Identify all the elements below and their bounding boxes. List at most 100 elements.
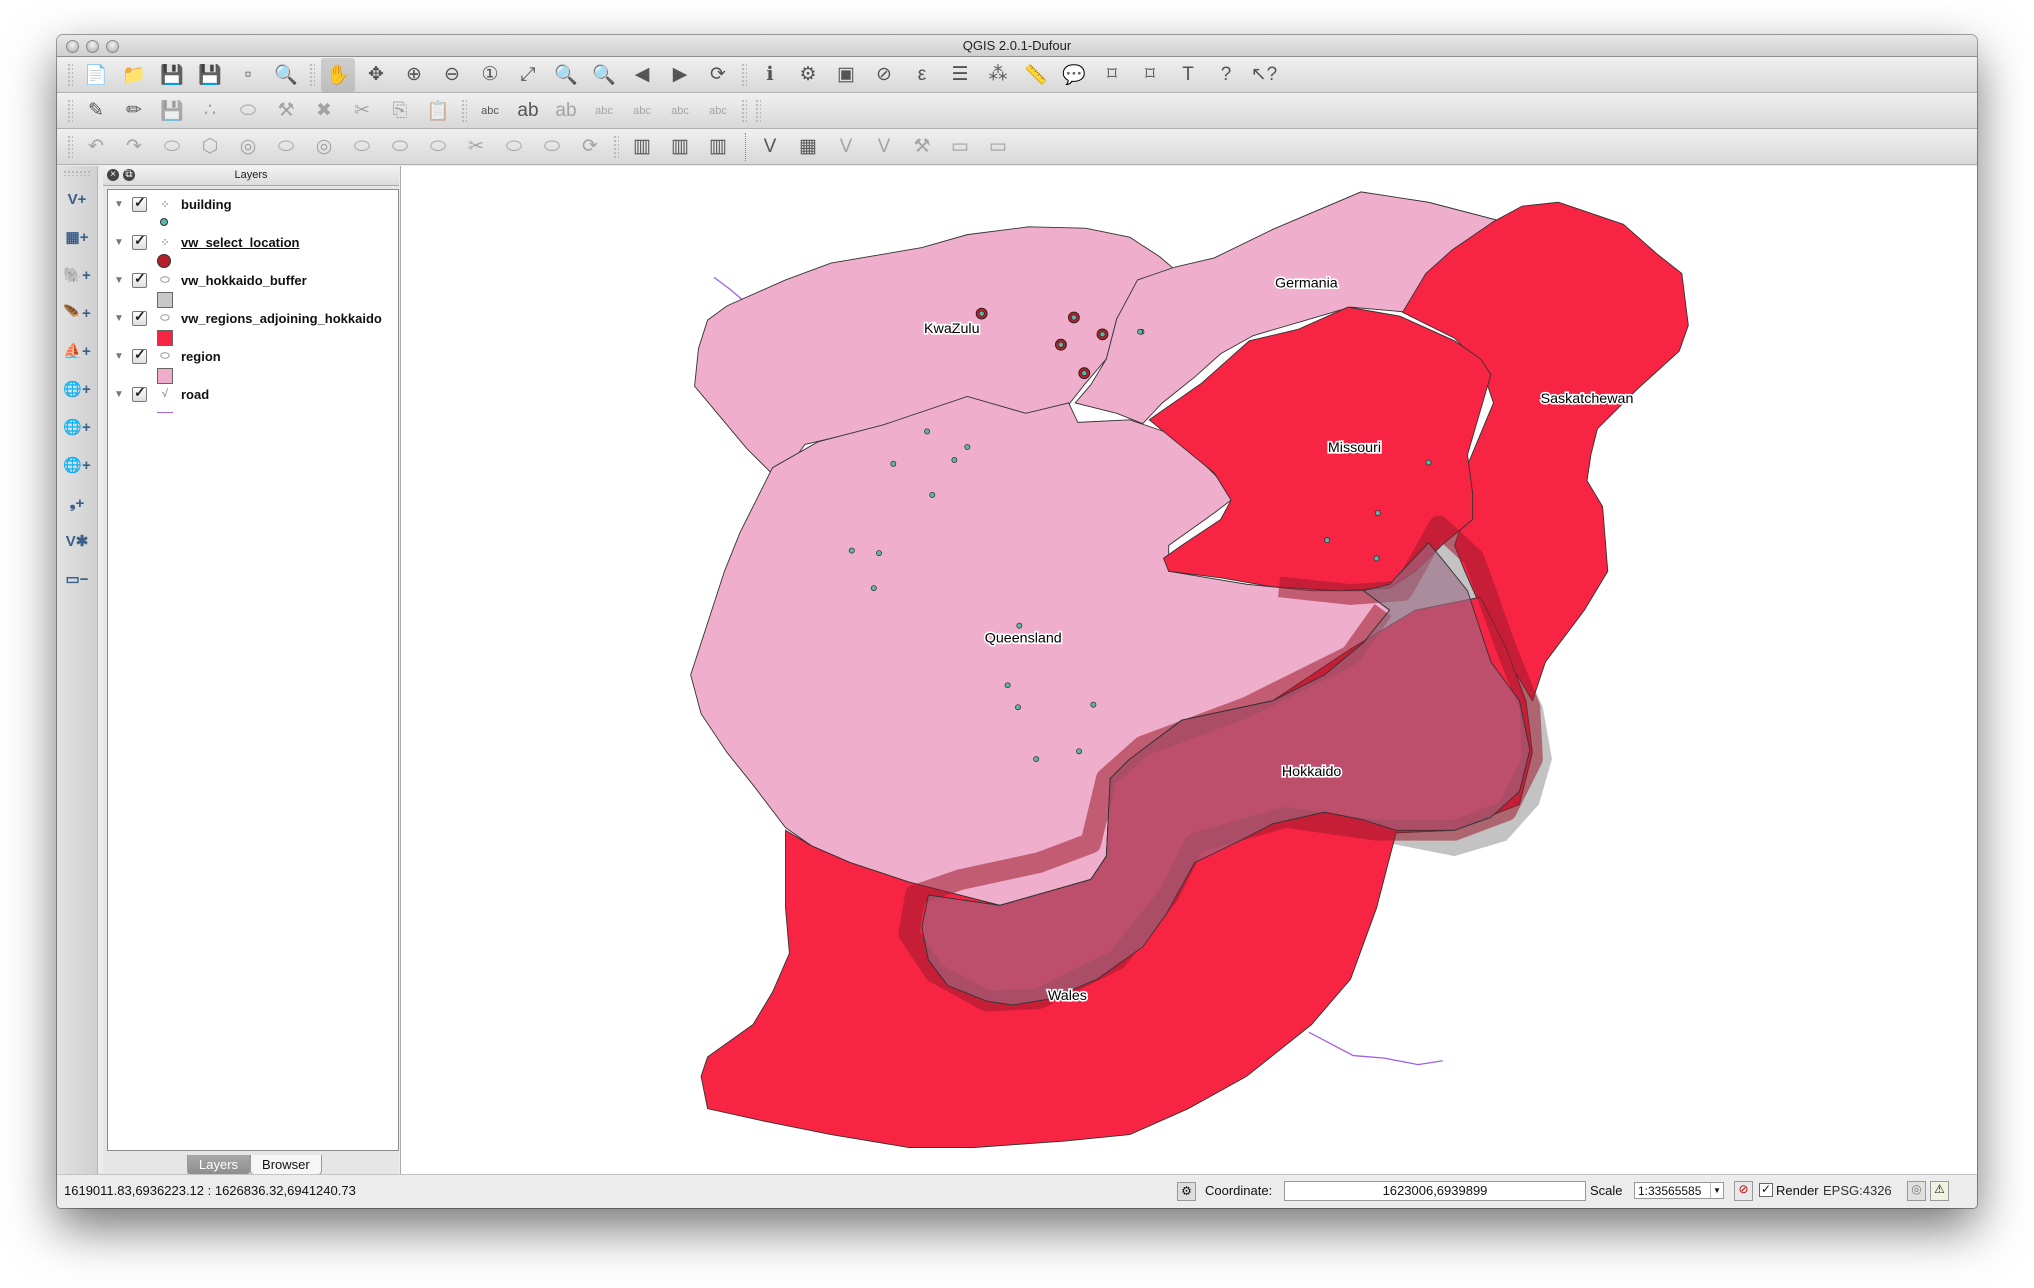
toolbar-grip[interactable] — [741, 62, 747, 87]
gps-upload-button[interactable]: ▥ — [625, 130, 659, 164]
add-ring-button[interactable]: ◎ — [231, 130, 265, 164]
cut-features-button[interactable]: ✂ — [345, 94, 379, 128]
move-feature-button[interactable]: ⬭ — [231, 94, 265, 128]
open-attribute-table-button[interactable]: ☰ — [943, 58, 977, 92]
close-panel-icon[interactable]: × — [107, 169, 119, 181]
layer-visibility-checkbox[interactable] — [132, 384, 147, 402]
zoom-in-button[interactable]: ⊕ — [397, 58, 431, 92]
toolbar-grip[interactable] — [755, 98, 761, 123]
grass-new-vector-button[interactable]: V — [829, 130, 863, 164]
node-tool-button[interactable]: ⚒ — [269, 94, 303, 128]
pan-to-selection-button[interactable]: ✥ — [359, 58, 393, 92]
grass-add-vector-button[interactable]: V — [753, 130, 787, 164]
add-feature-button[interactable]: ∴ — [193, 94, 227, 128]
zoom-last-button[interactable]: ◀ — [625, 58, 659, 92]
layer-item-vw-select-location[interactable]: ▼ ⁘ vw_select_location — [108, 232, 300, 252]
layer-visibility-checkbox[interactable] — [132, 270, 147, 288]
show-bookmarks-button[interactable]: ⌑ — [1133, 58, 1167, 92]
zoom-to-layer-button[interactable]: 🔍 — [587, 58, 621, 92]
simplify-feature-button[interactable]: ⬡ — [193, 130, 227, 164]
offset-curve-button[interactable]: ⬭ — [421, 130, 455, 164]
save-as-button[interactable]: 💾 — [193, 58, 227, 92]
toolbar-grip[interactable] — [309, 62, 315, 87]
add-spatialite-layer-button[interactable]: 🪶+ — [59, 294, 95, 332]
map-tips-button[interactable]: 💬 — [1057, 58, 1091, 92]
zoom-out-button[interactable]: ⊖ — [435, 58, 469, 92]
expand-triangle-icon[interactable]: ▼ — [114, 313, 124, 324]
toggle-extents-icon[interactable]: ⚙ — [1177, 1182, 1196, 1201]
reshape-features-button[interactable]: ⬭ — [383, 130, 417, 164]
current-edits-button[interactable]: ✎ — [79, 94, 113, 128]
delete-part-button[interactable]: ⬭ — [345, 130, 379, 164]
chevron-down-icon[interactable]: ▼ — [1710, 1183, 1723, 1198]
expand-triangle-icon[interactable]: ▼ — [114, 389, 124, 400]
toggle-editing-button[interactable]: ✏ — [117, 94, 151, 128]
layer-visibility-checkbox[interactable] — [132, 232, 147, 250]
move-label-button[interactable]: abc — [625, 94, 659, 128]
save-project-button[interactable]: 💾 — [155, 58, 189, 92]
layer-visibility-checkbox[interactable] — [132, 194, 147, 212]
map-canvas[interactable]: KwaZulu Germania Saskatchewan Missouri Q… — [400, 166, 1977, 1176]
layer-visibility-checkbox[interactable] — [132, 308, 147, 326]
layer-item-vw-hokkaido-buffer[interactable]: ▼ ⬭ vw_hokkaido_buffer — [108, 270, 307, 290]
split-features-button[interactable]: ✂ — [459, 130, 493, 164]
delete-selected-button[interactable]: ✖ — [307, 94, 341, 128]
new-project-button[interactable]: 📄 — [79, 58, 113, 92]
messages-warning-icon[interactable]: ⚠ — [1930, 1181, 1949, 1201]
layer-item-vw-regions-adjoining-hokkaido[interactable]: ▼ ⬭ vw_regions_adjoining_hokkaido — [108, 308, 382, 328]
rotate-feature-button[interactable]: ⬭ — [155, 130, 189, 164]
new-bookmark-button[interactable]: ⌑ — [1095, 58, 1129, 92]
gps-delete-button[interactable]: ▥ — [701, 130, 735, 164]
add-mssql-layer-button[interactable]: ⛵+ — [59, 332, 95, 370]
redo-button[interactable]: ↷ — [117, 130, 151, 164]
tab-layers[interactable]: Layers — [187, 1155, 251, 1175]
field-calculator-button[interactable]: ⁂ — [981, 58, 1015, 92]
grass-edit-vector-button[interactable]: V — [867, 130, 901, 164]
crs-status[interactable]: EPSG:4326 — [1823, 1183, 1892, 1198]
change-label-button[interactable]: abc — [701, 94, 735, 128]
layer-item-region[interactable]: ▼ ⬭ region — [108, 346, 221, 366]
gps-new-button[interactable]: ▥ — [663, 130, 697, 164]
merge-attributes-button[interactable]: ⬭ — [535, 130, 569, 164]
deselect-all-button[interactable]: ⊘ — [867, 58, 901, 92]
pin-labels-button[interactable]: ab — [511, 94, 545, 128]
add-vector-layer-button[interactable]: V+ — [59, 180, 95, 218]
add-wms-layer-button[interactable]: 🌐+ — [59, 370, 95, 408]
text-annotation-button[interactable]: T — [1171, 58, 1205, 92]
grass-tools-button[interactable]: ⚒ — [905, 130, 939, 164]
rotate-point-symbols-button[interactable]: ⟳ — [573, 130, 607, 164]
minimize-window-button[interactable] — [86, 40, 99, 53]
add-delimited-text-layer-button[interactable]: ❟+ — [59, 484, 95, 522]
add-raster-layer-button[interactable]: ▦+ — [59, 218, 95, 256]
grass-add-raster-button[interactable]: ▦ — [791, 130, 825, 164]
select-features-button[interactable]: ▣ — [829, 58, 863, 92]
new-shapefile-layer-button[interactable]: V✱ — [59, 522, 95, 560]
add-postgis-layer-button[interactable]: 🐘+ — [59, 256, 95, 294]
undo-button[interactable]: ↶ — [79, 130, 113, 164]
scale-combobox[interactable]: 1:33565585 ▼ — [1634, 1182, 1724, 1199]
rotate-label-button[interactable]: abc — [663, 94, 697, 128]
layer-item-building[interactable]: ▼ ⁘ building — [108, 194, 232, 214]
render-checkbox[interactable]: ✓ — [1759, 1183, 1773, 1197]
pan-button[interactable]: ✋ — [321, 57, 355, 92]
open-project-button[interactable]: 📁 — [117, 58, 151, 92]
highlight-pinned-labels-button[interactable]: ab — [549, 94, 583, 128]
expand-triangle-icon[interactable]: ▼ — [114, 275, 124, 286]
run-action-button[interactable]: ⚙ — [791, 58, 825, 92]
grass-edit-region-button[interactable]: ▭ — [981, 130, 1015, 164]
close-window-button[interactable] — [66, 40, 79, 53]
new-print-composer-button[interactable]: ▫ — [231, 58, 265, 92]
toolbar-grip[interactable] — [741, 98, 747, 123]
toolbar-grip[interactable] — [67, 98, 73, 123]
toolbar-grip[interactable] — [67, 62, 73, 87]
expand-triangle-icon[interactable]: ▼ — [114, 199, 124, 210]
add-part-button[interactable]: ⬭ — [269, 130, 303, 164]
toolbar-grip[interactable] — [613, 134, 619, 159]
add-wfs-layer-button[interactable]: 🌐+ — [59, 446, 95, 484]
layer-item-road[interactable]: ▼ √ road — [108, 384, 209, 404]
float-panel-icon[interactable]: ⧉ — [123, 169, 135, 181]
measure-line-button[interactable]: 📏 — [1019, 58, 1053, 92]
paste-features-button[interactable]: 📋 — [421, 94, 455, 128]
refresh-button[interactable]: ⟳ — [701, 58, 735, 92]
expand-triangle-icon[interactable]: ▼ — [114, 351, 124, 362]
